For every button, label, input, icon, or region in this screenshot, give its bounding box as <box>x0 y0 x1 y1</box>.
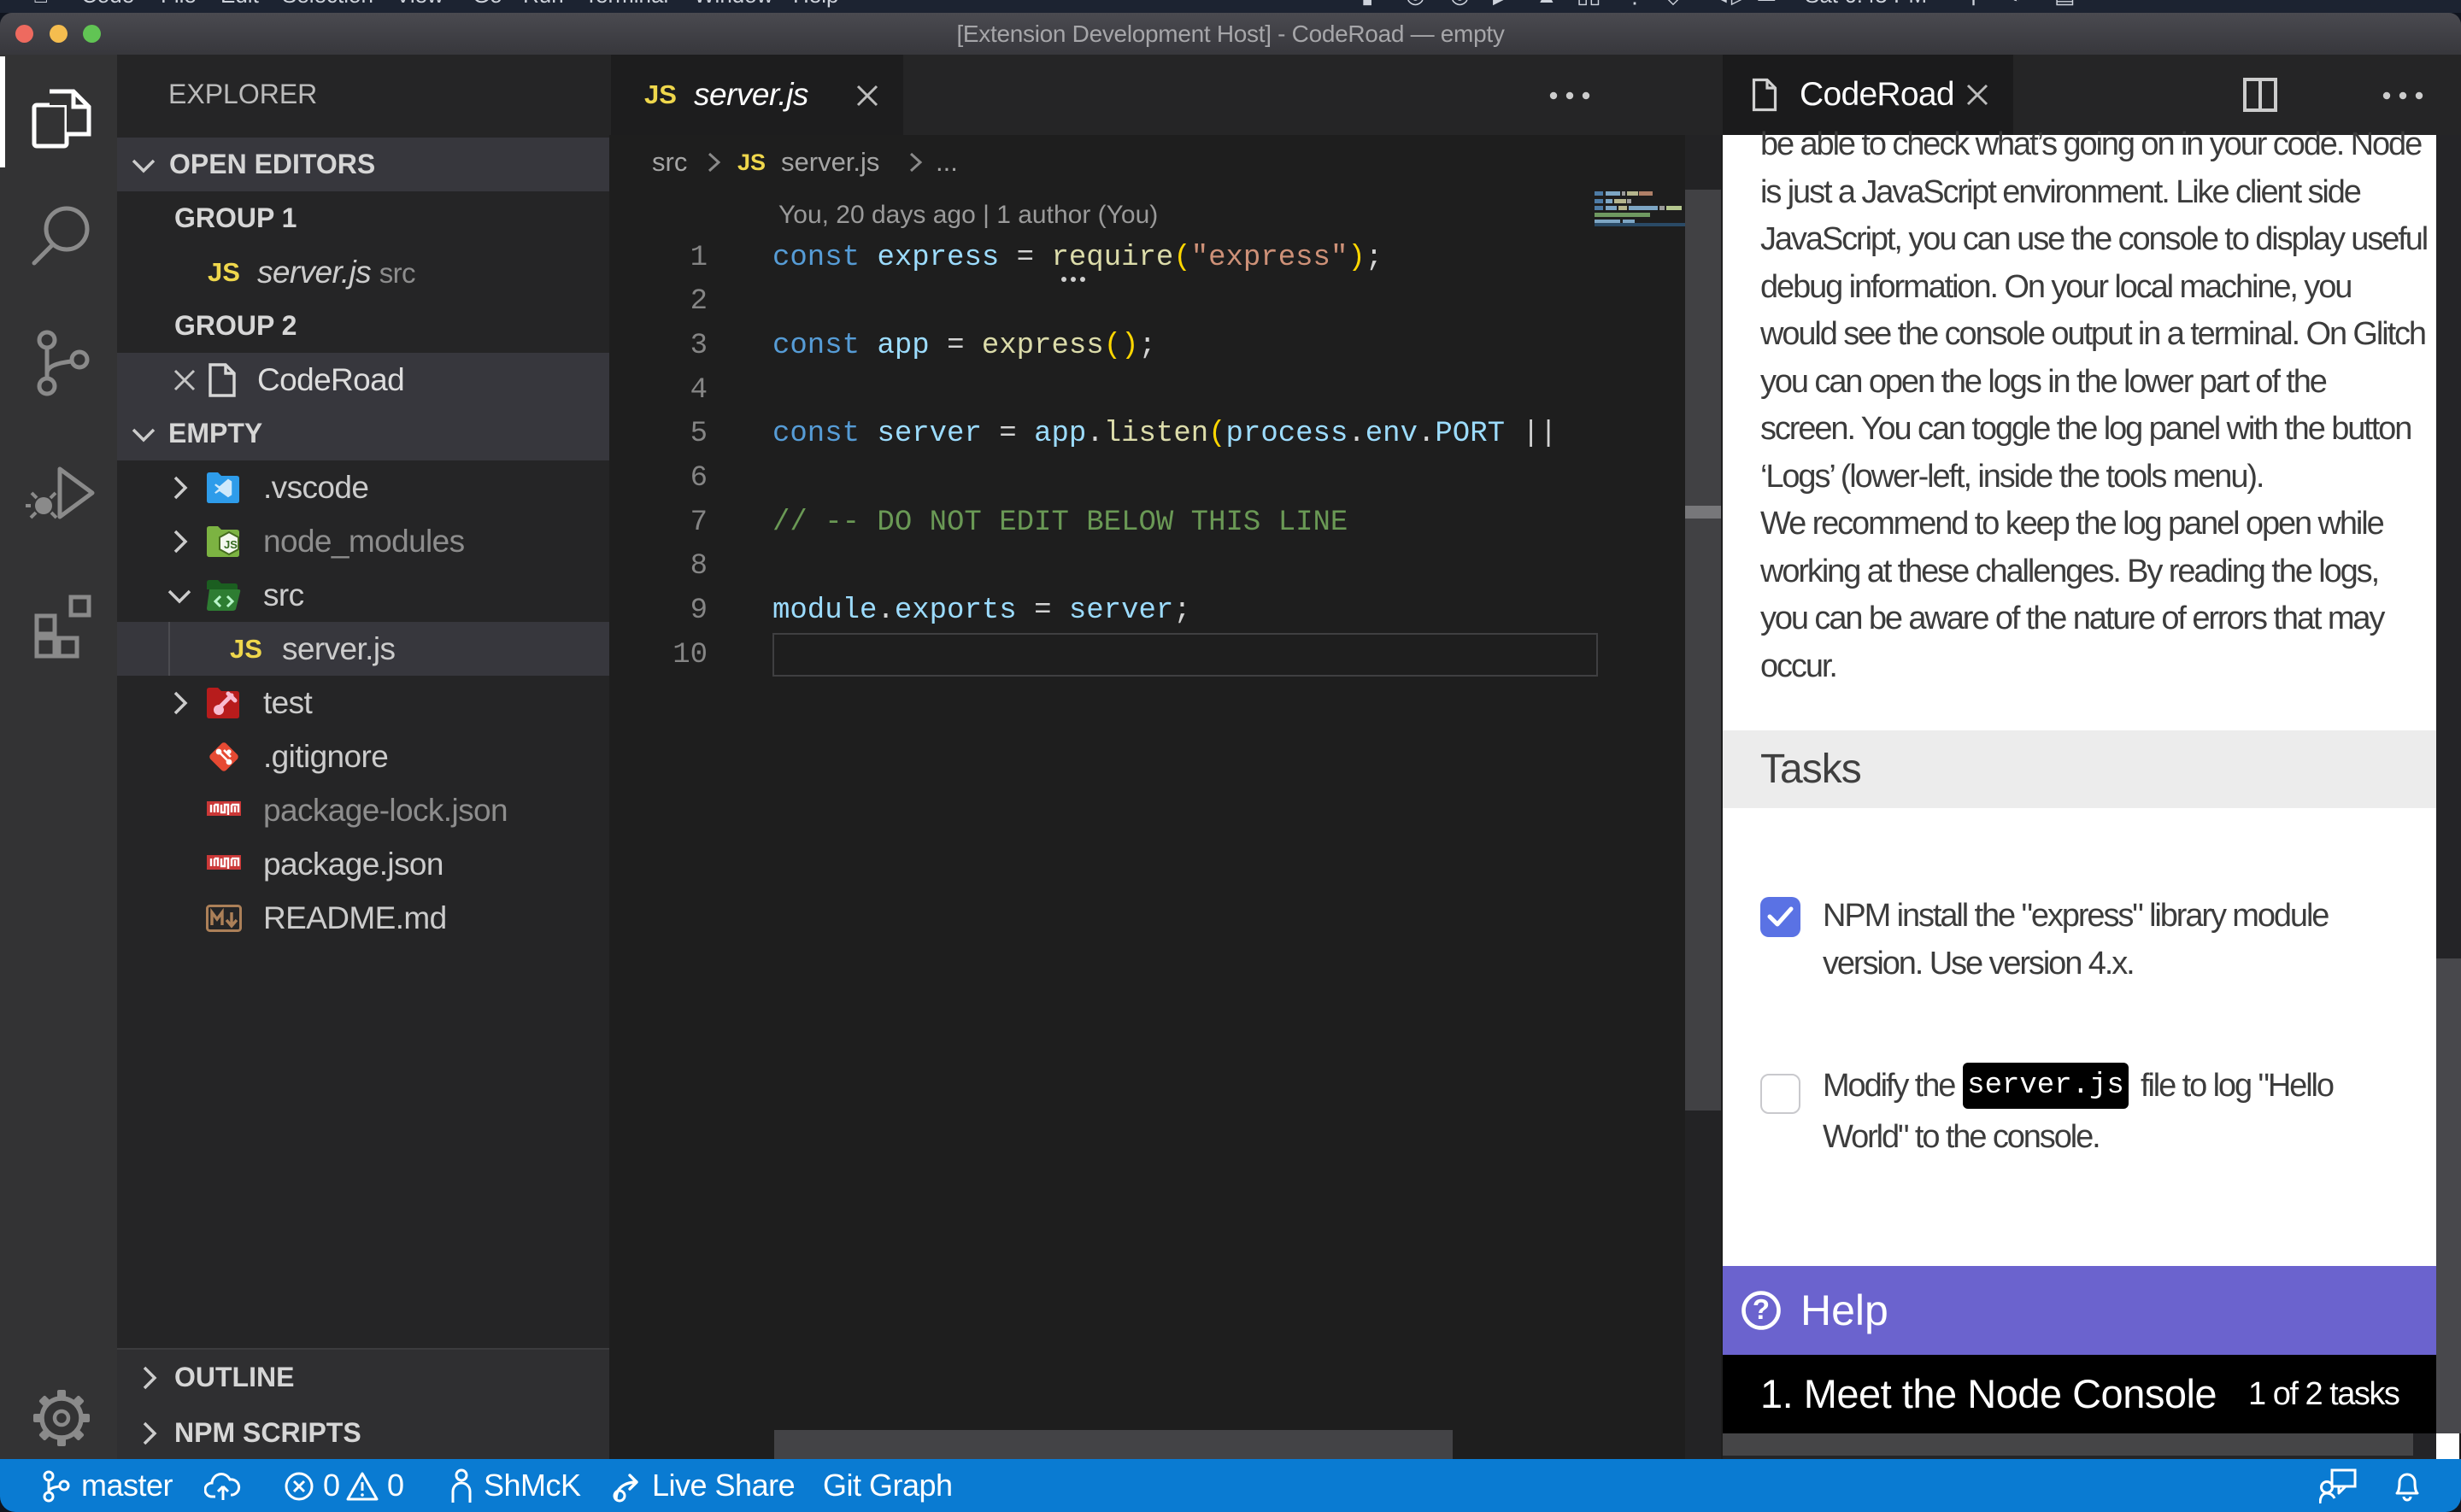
svg-text:?: ? <box>1753 1293 1770 1325</box>
svg-text:JS: JS <box>224 538 238 551</box>
